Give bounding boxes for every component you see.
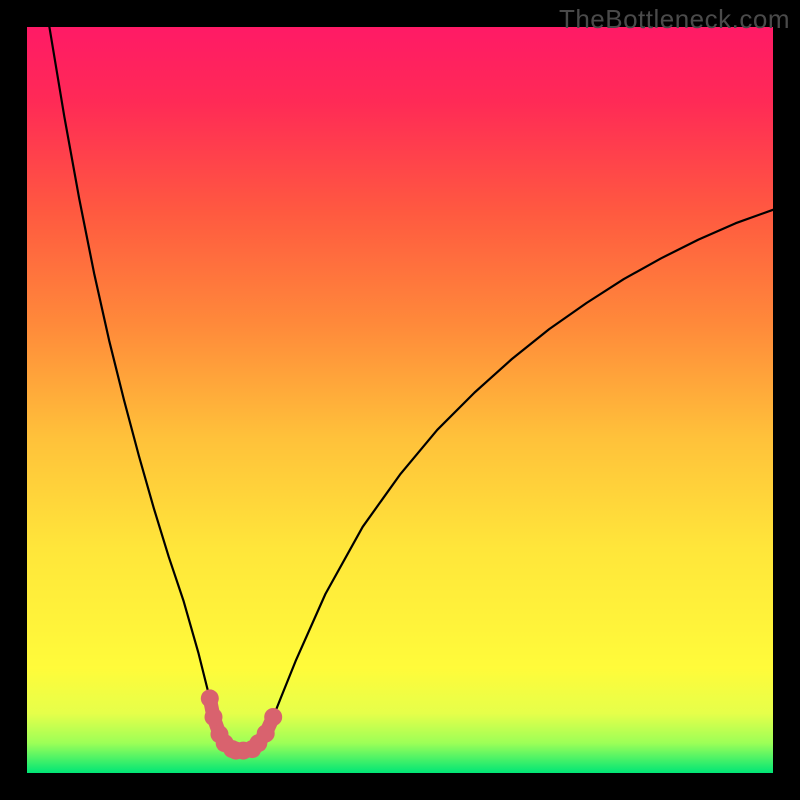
highlight-dot	[257, 725, 275, 743]
bottleneck-curve	[49, 27, 773, 751]
outer-frame: TheBottleneck.com	[0, 0, 800, 800]
highlight-dot	[201, 689, 219, 707]
curve-svg	[27, 27, 773, 773]
highlight-dot	[264, 708, 282, 726]
watermark-text: TheBottleneck.com	[559, 4, 790, 35]
gradient-plot-area	[27, 27, 773, 773]
bottom-highlight-dots	[201, 689, 282, 759]
highlight-dot	[205, 708, 223, 726]
